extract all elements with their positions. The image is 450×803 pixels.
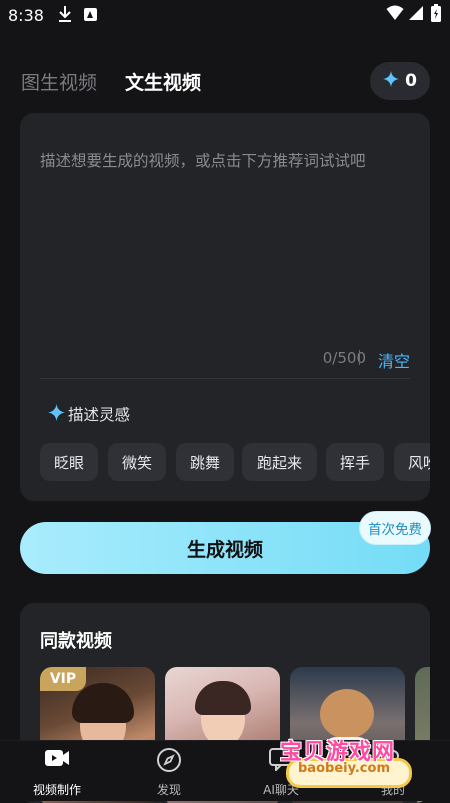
section-title: 同款视频	[40, 631, 112, 652]
chip-smile[interactable]: 微笑	[108, 443, 166, 481]
inspiration-label: 描述灵感	[68, 406, 131, 424]
nav-discover[interactable]: 发现	[124, 741, 214, 801]
clear-button[interactable]: 清空	[378, 348, 410, 372]
accessibility-icon	[84, 8, 97, 21]
prompt-card: 描述想要生成的视频，或点击下方推荐词试试吧 0/500 清空 描述灵感 眨眼 微…	[20, 113, 430, 501]
chip-dance[interactable]: 跳舞	[176, 443, 234, 481]
nav-label: 视频制作	[32, 783, 81, 797]
free-first-badge: 首次免费	[360, 512, 430, 544]
tab-image-to-video[interactable]: 图生视频	[21, 68, 97, 95]
sparkle-icon	[48, 403, 65, 425]
credits-count: 0	[405, 71, 417, 91]
video-camera-icon	[44, 747, 70, 773]
chip-run[interactable]: 跑起来	[242, 443, 317, 481]
chip-wave[interactable]: 挥手	[326, 443, 384, 481]
watermark-text-en: baobeiy.com	[298, 761, 390, 776]
prompt-input[interactable]: 描述想要生成的视频，或点击下方推荐词试试吧	[40, 149, 366, 171]
cat-head	[320, 689, 374, 739]
battery-icon	[431, 4, 441, 26]
signal-icon	[408, 5, 424, 25]
suggestion-chips: 眨眼 微笑 跳舞 跑起来 挥手 风吹	[40, 443, 430, 483]
credits-pill[interactable]: 0	[370, 62, 430, 100]
download-icon	[58, 5, 72, 27]
wifi-icon	[386, 5, 404, 25]
vip-badge: VIP	[40, 667, 86, 691]
card-divider	[40, 378, 410, 379]
portrait-hair	[195, 681, 251, 715]
tab-text-to-video[interactable]: 文生视频	[125, 68, 201, 95]
status-bar: 8:38	[0, 0, 450, 30]
chip-blink[interactable]: 眨眼	[40, 443, 98, 481]
counter-divider	[359, 350, 360, 365]
inspiration-header[interactable]: 描述灵感	[48, 403, 130, 425]
chip-wind[interactable]: 风吹	[394, 443, 430, 481]
compass-icon	[156, 747, 182, 777]
nav-video-create[interactable]: 视频制作	[12, 741, 102, 801]
status-time: 8:38	[8, 6, 44, 25]
nav-label: 发现	[156, 783, 181, 797]
generate-label: 生成视频	[186, 538, 263, 561]
sparkle-icon	[383, 71, 400, 91]
watermark-logo: 宝贝游戏网 baobeiy.com	[278, 734, 422, 794]
